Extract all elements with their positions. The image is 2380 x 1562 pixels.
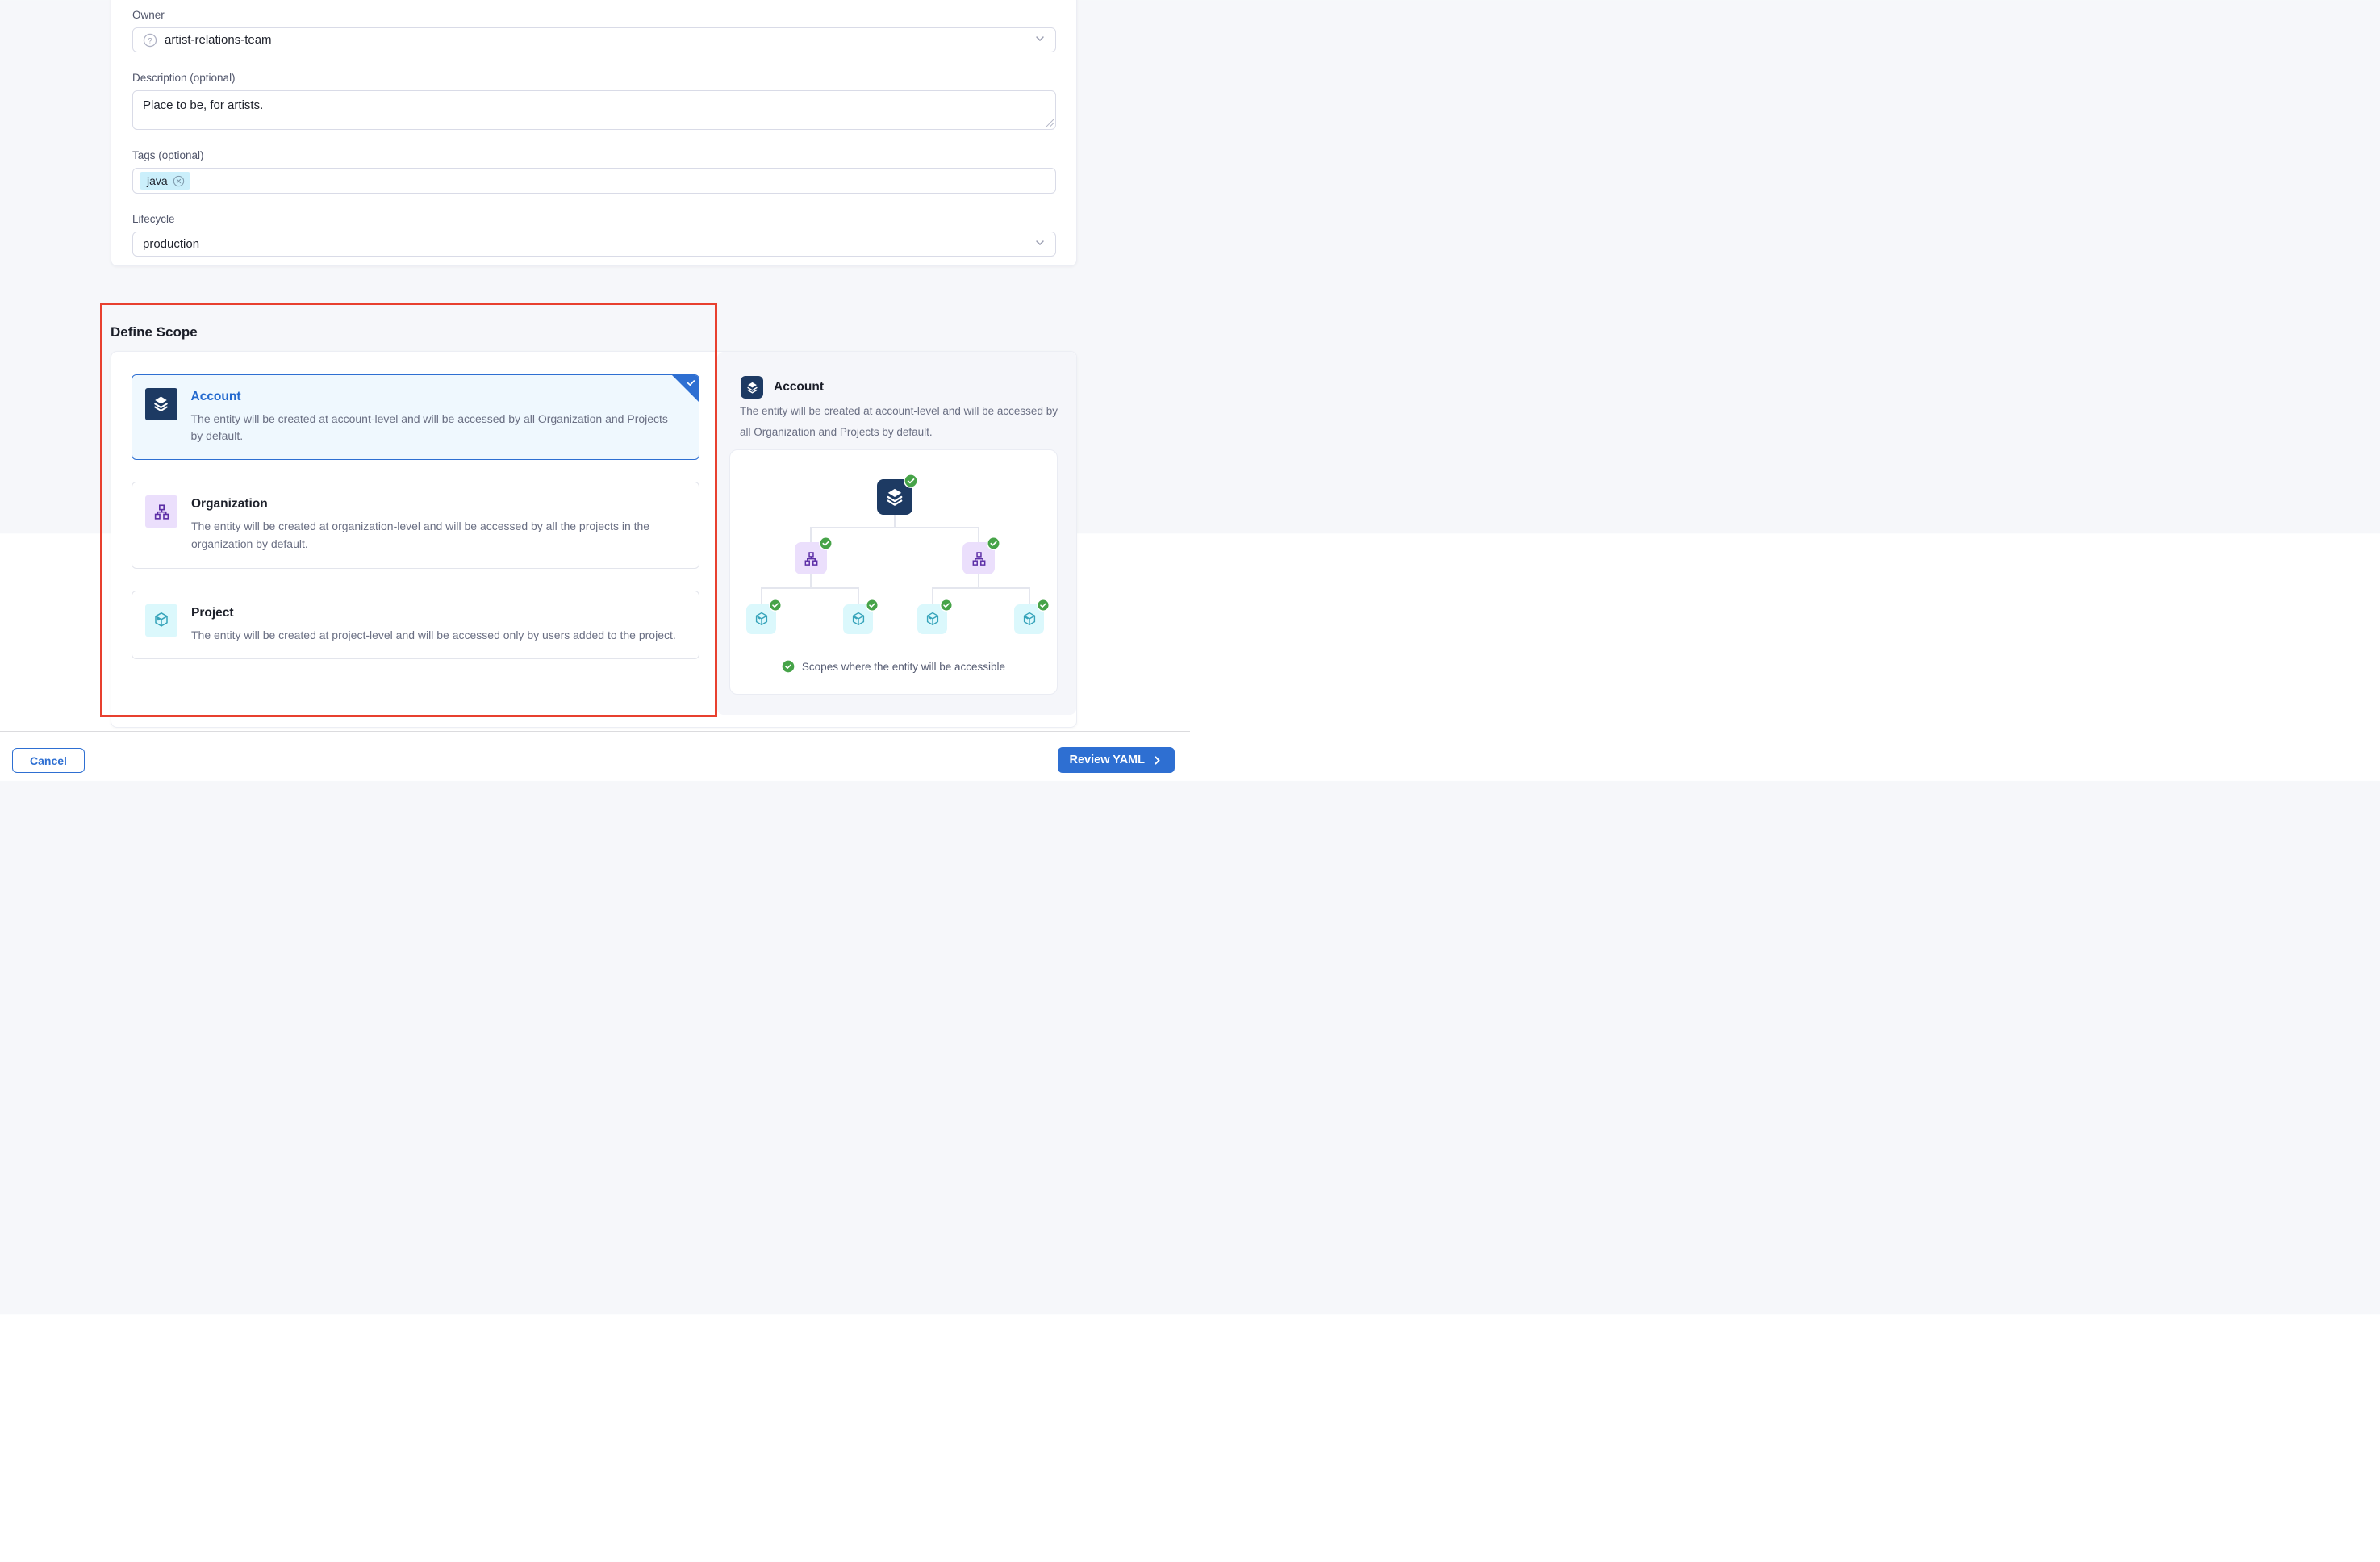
lifecycle-field: Lifecycle production: [132, 213, 1056, 257]
diagram-legend: Scopes where the entity will be accessib…: [730, 660, 1057, 673]
scope-option-title: Account: [191, 390, 683, 404]
project-cube-icon: [145, 604, 177, 637]
scope-option-description: The entity will be created at project-le…: [191, 627, 676, 645]
scope-option-list: Account The entity will be created at ac…: [132, 374, 699, 659]
check-badge-icon: [819, 537, 833, 550]
description-input[interactable]: Place to be, for artists.: [132, 90, 1056, 130]
check-badge-icon: [866, 599, 879, 612]
tags-input[interactable]: java: [132, 168, 1056, 194]
org-chart-icon: [971, 550, 987, 567]
check-badge-icon: [769, 599, 782, 612]
review-yaml-label: Review YAML: [1070, 754, 1146, 766]
tag-chip: java: [140, 172, 190, 190]
org-chart-icon: [803, 550, 820, 567]
description-field: Description (optional) Place to be, for …: [132, 72, 1056, 130]
chevron-down-icon: [1034, 237, 1046, 252]
project-cube-icon: [924, 611, 942, 629]
tree-project-node: [746, 604, 776, 634]
tree-project-node: [917, 604, 947, 634]
scope-option-organization[interactable]: Organization The entity will be created …: [132, 482, 699, 568]
scope-option-title: Project: [191, 606, 676, 620]
check-icon: [686, 378, 696, 392]
org-chart-icon: [145, 495, 177, 528]
entity-details-card: Owner ? artist-relations-team Descriptio…: [111, 0, 1077, 266]
lifecycle-select[interactable]: production: [132, 232, 1056, 257]
define-scope-title: Define Scope: [111, 324, 198, 340]
chevron-right-icon: [1152, 755, 1163, 766]
check-badge-icon: [1037, 599, 1050, 612]
lifecycle-label: Lifecycle: [132, 213, 1056, 225]
account-layers-icon: [741, 376, 763, 399]
account-layers-icon: [884, 487, 905, 507]
tags-label: Tags (optional): [132, 149, 1056, 161]
project-cube-icon: [1021, 611, 1038, 629]
description-label: Description (optional): [132, 72, 1056, 84]
scope-option-title: Organization: [191, 497, 683, 512]
scope-preview-panel: Account The entity will be created at ac…: [717, 352, 1076, 715]
chevron-down-icon: [1034, 33, 1046, 48]
svg-text:?: ?: [148, 36, 152, 45]
tree-organization-node: [795, 542, 827, 574]
tag-chip-text: java: [147, 174, 168, 187]
check-badge-icon: [940, 599, 953, 612]
tags-field: Tags (optional) java: [132, 149, 1056, 194]
tree-account-node: [877, 479, 912, 515]
owner-label: Owner: [132, 9, 1056, 21]
check-badge-icon: [782, 660, 795, 673]
scope-option-account[interactable]: Account The entity will be created at ac…: [132, 374, 699, 460]
footer-divider: [0, 731, 1190, 732]
project-cube-icon: [753, 611, 770, 629]
owner-select[interactable]: ? artist-relations-team: [132, 27, 1056, 52]
scope-option-description: The entity will be created at account-le…: [191, 411, 683, 445]
check-badge-icon: [904, 474, 918, 488]
preview-description: The entity will be created at account-le…: [740, 401, 1058, 442]
project-cube-icon: [850, 611, 867, 629]
account-layers-icon: [145, 388, 177, 420]
review-yaml-button[interactable]: Review YAML: [1058, 747, 1175, 773]
scope-option-project[interactable]: Project The entity will be created at pr…: [132, 591, 699, 660]
tree-project-node: [843, 604, 873, 634]
lifecycle-value: production: [143, 237, 199, 251]
define-scope-card: Account The entity will be created at ac…: [111, 351, 1077, 728]
preview-title: Account: [774, 380, 824, 395]
check-badge-icon: [987, 537, 1000, 550]
diagram-legend-text: Scopes where the entity will be accessib…: [802, 661, 1005, 673]
owner-value: artist-relations-team: [165, 33, 272, 47]
scope-option-description: The entity will be created at organizati…: [191, 518, 683, 553]
cancel-button[interactable]: Cancel: [12, 748, 85, 773]
preview-header: Account: [741, 376, 824, 399]
circle-x-icon[interactable]: [173, 175, 185, 187]
scope-tree-diagram: Scopes where the entity will be accessib…: [729, 449, 1058, 695]
tree-organization-node: [962, 542, 995, 574]
tree-project-node: [1014, 604, 1044, 634]
question-circle-icon: ?: [143, 33, 157, 48]
owner-field: Owner ? artist-relations-team: [132, 9, 1056, 52]
